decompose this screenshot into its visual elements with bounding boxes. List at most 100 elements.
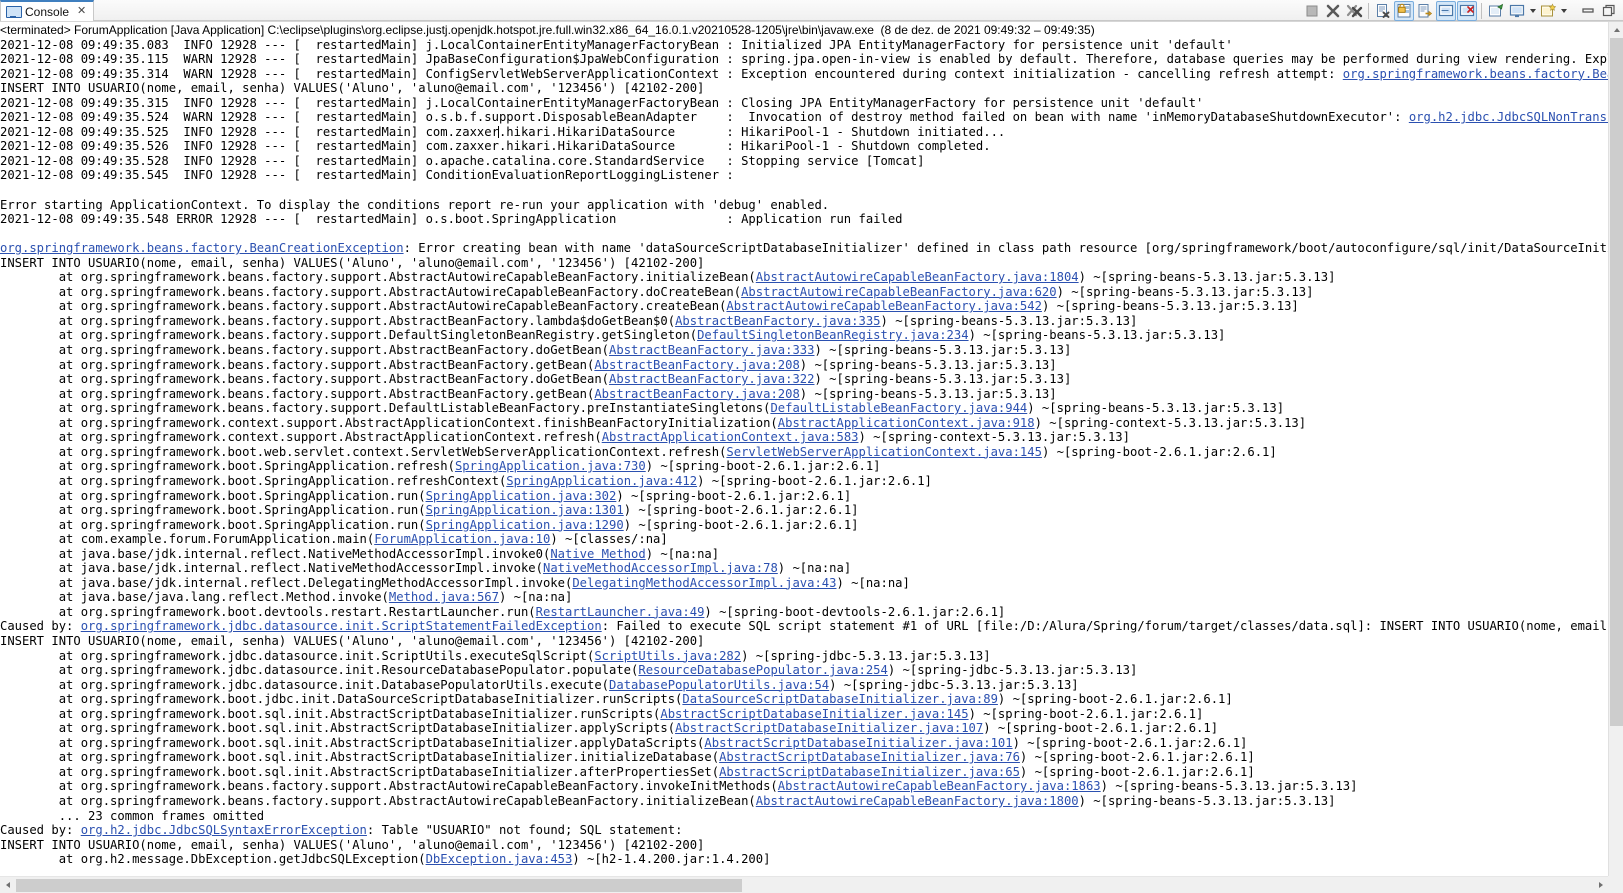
console-hyperlink[interactable]: SpringApplication.java:1290: [426, 518, 624, 532]
scroll-up-button[interactable]: [1609, 22, 1623, 37]
console-hyperlink[interactable]: NativeMethodAccessorImpl.java:78: [543, 561, 778, 575]
horizontal-scroll-thumb[interactable]: [16, 879, 742, 892]
console-line: at org.springframework.boot.sql.init.Abs…: [0, 721, 1219, 736]
console-line: at java.base/jdk.internal.reflect.Native…: [0, 546, 720, 561]
console-line: at org.springframework.boot.web.servlet.…: [0, 444, 1277, 459]
console-line: 2021-12-08 09:49:35.526 INFO 12928 --- […: [0, 139, 991, 154]
console-output-area[interactable]: <terminated> ForumApplication [Java Appl…: [0, 22, 1623, 893]
console-hyperlink[interactable]: org.springframework.jdbc.datasource.init…: [81, 619, 602, 633]
console-line: Error starting ApplicationContext. To di…: [0, 197, 830, 212]
console-line: at org.h2.message.DbException.getJdbcSQL…: [0, 852, 771, 867]
console-hyperlink[interactable]: RestartLauncher.java:49: [536, 605, 705, 619]
show-console-on-output-button[interactable]: [1436, 1, 1456, 21]
maximize-button[interactable]: [1599, 1, 1619, 21]
console-line: at org.springframework.boot.sql.init.Abs…: [0, 706, 1204, 721]
console-hyperlink[interactable]: AbstractAutowireCapableBeanFactory.java:…: [756, 270, 1079, 284]
horizontal-scrollbar[interactable]: [0, 876, 1623, 893]
console-line: at org.springframework.jdbc.datasource.i…: [0, 663, 1138, 678]
console-line: at org.springframework.beans.factory.sup…: [0, 386, 1057, 401]
console-line: org.springframework.beans.factory.BeanCr…: [0, 241, 1623, 256]
console-line: at java.base/jdk.internal.reflect.Delega…: [0, 575, 910, 590]
console-hyperlink[interactable]: DelegatingMethodAccessorImpl.java:43: [572, 576, 836, 590]
console-err-icon: [1459, 4, 1475, 17]
display-selected-console-button[interactable]: [1507, 1, 1527, 21]
open-console-dropdown[interactable]: [1559, 1, 1568, 21]
console-hyperlink[interactable]: SpringApplication.java:302: [426, 489, 617, 503]
console-hyperlink[interactable]: AbstractAutowireCapableBeanFactory.java:…: [741, 285, 1057, 299]
console-hyperlink[interactable]: DataSourceScriptDatabaseInitializer.java…: [682, 692, 998, 706]
open-console-button[interactable]: [1538, 1, 1558, 21]
terminate-button[interactable]: [1302, 1, 1322, 21]
console-hyperlink[interactable]: AbstractApplicationContext.java:583: [602, 430, 859, 444]
console-hyperlink[interactable]: AbstractAutowireCapableBeanFactory.java:…: [756, 794, 1079, 808]
console-hyperlink[interactable]: AbstractBeanFactory.java:208: [594, 358, 799, 372]
console-hyperlink[interactable]: org.springframework.beans.factory.BeanCr…: [1343, 67, 1623, 81]
console-hyperlink[interactable]: ForumApplication.java:10: [374, 532, 550, 546]
console-line: at org.springframework.beans.factory.sup…: [0, 343, 1072, 358]
console-line: 2021-12-08 09:49:35.115 WARN 12928 --- […: [0, 52, 1623, 67]
chevron-up-icon: [1613, 27, 1620, 32]
console-view-tabbar: Console ✕: [0, 0, 1623, 22]
vertical-scrollbar[interactable]: [1608, 22, 1623, 893]
console-hyperlink[interactable]: AbstractBeanFactory.java:208: [594, 387, 799, 401]
console-hyperlink[interactable]: AbstractScriptDatabaseInitializer.java:1…: [675, 721, 983, 735]
scroll-left-button[interactable]: [0, 877, 15, 893]
console-line: at org.springframework.beans.factory.sup…: [0, 299, 1299, 314]
console-hyperlink[interactable]: ResourceDatabasePopulator.java:254: [638, 663, 887, 677]
console-hyperlink[interactable]: SpringApplication.java:730: [455, 459, 646, 473]
console-hyperlink[interactable]: AbstractBeanFactory.java:333: [609, 343, 814, 357]
console-hyperlink[interactable]: AbstractAutowireCapableBeanFactory.java:…: [778, 779, 1101, 793]
console-hyperlink[interactable]: AbstractBeanFactory.java:322: [609, 372, 814, 386]
console-hyperlink[interactable]: Native Method: [550, 547, 645, 561]
new-console-icon: [1541, 3, 1556, 17]
tab-console[interactable]: Console ✕: [0, 0, 95, 21]
scroll-lock-button[interactable]: [1394, 1, 1414, 21]
console-hyperlink[interactable]: DbException.java:453: [426, 852, 573, 866]
close-icon[interactable]: ✕: [77, 6, 86, 17]
clear-console-button[interactable]: [1373, 1, 1393, 21]
console-line: at org.springframework.beans.factory.sup…: [0, 328, 1226, 343]
console-line: Caused by: org.h2.jdbc.JdbcSQLSyntaxErro…: [0, 823, 683, 838]
minimize-button[interactable]: [1578, 1, 1598, 21]
console-line: at org.springframework.beans.factory.sup…: [0, 793, 1336, 808]
console-hyperlink[interactable]: DatabasePopulatorUtils.java:54: [609, 678, 829, 692]
word-wrap-button[interactable]: [1415, 1, 1435, 21]
scrollbar-corner: [1608, 876, 1623, 893]
show-console-on-error-button[interactable]: [1457, 1, 1477, 21]
console-hyperlink[interactable]: SpringApplication.java:1301: [426, 503, 624, 517]
console-hyperlink[interactable]: AbstractBeanFactory.java:335: [675, 314, 880, 328]
console-line: at org.springframework.boot.jdbc.init.Da…: [0, 692, 1233, 707]
display-console-dropdown[interactable]: [1528, 1, 1537, 21]
console-hyperlink[interactable]: AbstractScriptDatabaseInitializer.java:1…: [704, 736, 1012, 750]
console-hyperlink[interactable]: DefaultListableBeanFactory.java:944: [770, 401, 1027, 415]
remove-launch-button[interactable]: [1323, 1, 1343, 21]
console-line: at org.springframework.boot.SpringApplic…: [0, 459, 881, 474]
console-hyperlink[interactable]: AbstractScriptDatabaseInitializer.java:1…: [660, 707, 968, 721]
console-hyperlink[interactable]: org.h2.jdbc.JdbcSQLNonTransientConnectio…: [1409, 110, 1623, 124]
console-hyperlink[interactable]: Method.java:567: [389, 590, 499, 604]
console-line: 2021-12-08 09:49:35.545 INFO 12928 --- […: [0, 168, 734, 183]
scroll-right-button[interactable]: [1593, 877, 1608, 893]
pin-console-button[interactable]: [1486, 1, 1506, 21]
console-line: at com.example.forum.ForumApplication.ma…: [0, 532, 668, 547]
console-line: at org.springframework.boot.sql.init.Abs…: [0, 764, 1255, 779]
console-line: at org.springframework.boot.SpringApplic…: [0, 473, 932, 488]
console-hyperlink[interactable]: ScriptUtils.java:282: [594, 649, 741, 663]
console-hyperlink[interactable]: ServletWebServerApplicationContext.java:…: [726, 445, 1042, 459]
console-line: at org.springframework.boot.devtools.res…: [0, 604, 1006, 619]
console-hyperlink[interactable]: AbstractScriptDatabaseInitializer.java:7…: [719, 750, 1020, 764]
vertical-scroll-thumb[interactable]: [1610, 38, 1623, 726]
console-hyperlink[interactable]: SpringApplication.java:412: [506, 474, 697, 488]
console-line: at org.springframework.beans.factory.sup…: [0, 270, 1336, 285]
console-line: at org.springframework.beans.factory.sup…: [0, 779, 1358, 794]
console-text[interactable]: <terminated> ForumApplication [Java Appl…: [0, 22, 1623, 867]
console-hyperlink[interactable]: AbstractAutowireCapableBeanFactory.java:…: [726, 299, 1042, 313]
console-hyperlink[interactable]: org.h2.jdbc.JdbcSQLSyntaxErrorException: [81, 823, 367, 837]
chevron-left-icon: [5, 882, 10, 888]
console-hyperlink[interactable]: DefaultSingletonBeanRegistry.java:234: [697, 328, 969, 342]
remove-all-terminated-button[interactable]: [1344, 1, 1364, 21]
console-hyperlink[interactable]: AbstractScriptDatabaseInitializer.java:6…: [719, 765, 1020, 779]
console-hyperlink[interactable]: org.springframework.beans.factory.BeanCr…: [0, 241, 404, 255]
console-hyperlink[interactable]: AbstractApplicationContext.java:918: [778, 416, 1035, 430]
